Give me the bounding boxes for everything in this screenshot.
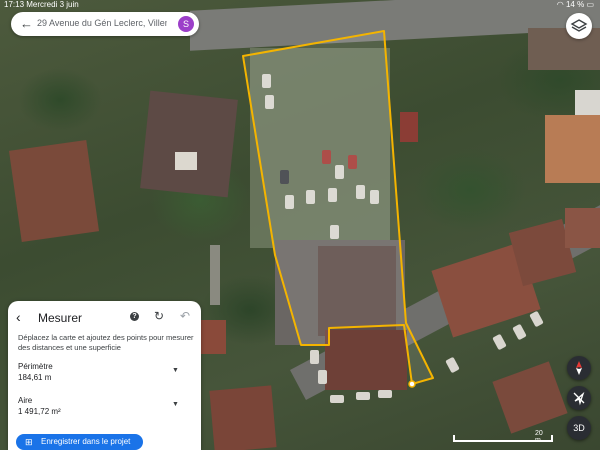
panel-title: Mesurer (38, 311, 83, 325)
status-bar: 17:13 Mercredi 3 juin ◠ 14 % ▭ (0, 0, 600, 10)
battery-level: 14 % (565, 0, 585, 9)
perimeter-dropdown-icon[interactable]: ▼ (172, 367, 179, 374)
search-bar[interactable]: ← 29 Avenue du Gén Leclerc, Villem S (11, 12, 199, 36)
status-time-date: 17:13 Mercredi 3 juin (4, 0, 79, 9)
bookmark-icon: ⊞ (25, 437, 33, 447)
compass-button[interactable] (567, 356, 591, 380)
location-off-icon (573, 391, 585, 406)
search-input[interactable]: 29 Avenue du Gén Leclerc, Villem (37, 18, 167, 28)
save-button-label: Enregistrer dans le projet (41, 437, 131, 446)
undo-icon[interactable]: ↶ (180, 309, 190, 323)
area-dropdown-icon[interactable]: ▼ (172, 401, 179, 408)
3d-button[interactable]: 3D (567, 416, 591, 440)
panel-description: Déplacez la carte et ajoutez des points … (18, 333, 194, 352)
scale-tick (453, 435, 455, 442)
layers-button[interactable] (566, 13, 592, 39)
avatar[interactable]: S (178, 16, 194, 32)
layers-icon (570, 19, 588, 32)
compass-icon (576, 361, 582, 375)
scale-tick (551, 435, 553, 442)
status-battery: ◠ 14 % ▭ (557, 0, 594, 10)
wifi-icon: ◠ (556, 0, 564, 9)
back-arrow-icon[interactable]: ← (20, 16, 33, 32)
location-button[interactable] (567, 386, 591, 410)
redo-icon[interactable]: ↻ (154, 309, 164, 323)
measure-panel: ‹ Mesurer ? ↻ ↶ Déplacez la carte et ajo… (8, 301, 201, 450)
area-label: Aire (18, 396, 33, 405)
area-value: 1 491,72 m² (18, 407, 61, 416)
perimeter-value: 184,61 m (18, 373, 52, 382)
scale-label: 20 m (535, 430, 543, 444)
save-to-project-button[interactable]: ⊞ Enregistrer dans le projet (16, 434, 143, 450)
measure-point[interactable] (408, 380, 416, 388)
help-icon[interactable]: ? (130, 312, 139, 321)
battery-icon: ▭ (586, 0, 594, 9)
back-chevron-icon[interactable]: ‹ (16, 309, 21, 325)
perimeter-label: Périmètre (18, 362, 53, 371)
